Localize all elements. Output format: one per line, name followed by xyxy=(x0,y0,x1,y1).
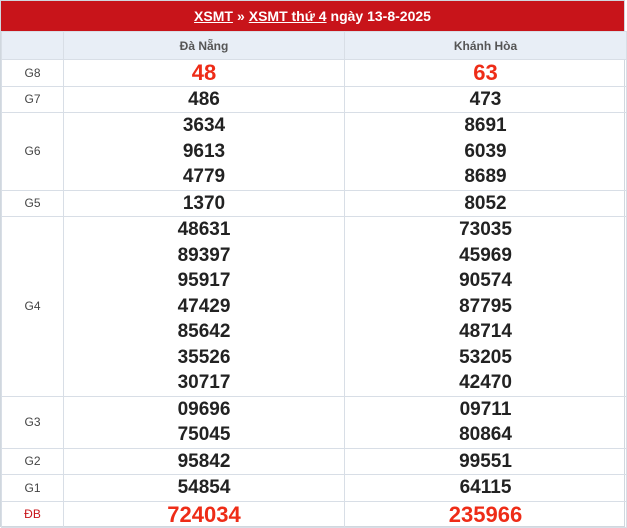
prize-number: 42470 xyxy=(459,372,512,393)
prize-number: 09696 xyxy=(177,398,231,420)
prize-header-cell xyxy=(1,31,64,60)
prize-number: 73035 xyxy=(459,219,512,240)
prize-numbers-cell: 1370 xyxy=(63,189,345,217)
prize-numbers-cell: 09711 80864 xyxy=(344,395,627,449)
prize-number: 8689 xyxy=(464,166,507,187)
prize-row-g1: G1 54854 64115 xyxy=(1,474,627,502)
prize-number: 35526 xyxy=(177,346,231,368)
prize-numbers-cell: 09696 75045 xyxy=(63,395,345,449)
prize-numbers-cell: 3634 9613 4779 xyxy=(63,112,345,191)
prize-number: 30717 xyxy=(177,372,231,393)
prize-number: 1370 xyxy=(182,192,226,214)
prize-number: 235966 xyxy=(448,501,523,527)
prize-numbers-cell: 486 xyxy=(63,85,345,113)
breadcrumb-separator: » xyxy=(236,8,245,24)
prize-number: 09711 xyxy=(459,398,512,420)
prize-label: G8 xyxy=(1,59,64,87)
prize-row-g7: G7 486 473 xyxy=(1,85,627,113)
prize-numbers-cell: 8691 6039 8689 xyxy=(344,112,627,191)
prize-number: 8052 xyxy=(464,192,507,214)
prize-number: 9613 xyxy=(182,140,226,162)
prize-number: 75045 xyxy=(177,424,231,445)
prize-numbers-cell: 48631 89397 95917 47429 85642 35526 30717 xyxy=(63,216,345,397)
prize-label: G1 xyxy=(1,474,64,502)
prize-number: 48631 xyxy=(177,219,231,240)
prize-label: G4 xyxy=(1,216,64,397)
prize-number: 8691 xyxy=(464,115,507,136)
prize-label: G2 xyxy=(1,447,64,475)
prize-number: 473 xyxy=(469,88,502,110)
prize-label: G3 xyxy=(1,395,64,449)
prize-label: G7 xyxy=(1,85,64,113)
prize-number: 4779 xyxy=(182,166,226,187)
prize-label: G6 xyxy=(1,112,64,191)
province-header-da-nang: Đà Nẵng xyxy=(63,31,345,60)
prize-number: 89397 xyxy=(177,244,231,266)
prize-numbers-cell: 99551 xyxy=(344,447,627,475)
prize-number: 48 xyxy=(191,60,217,85)
prize-number: 724034 xyxy=(167,501,241,527)
prize-numbers-cell: 8052 xyxy=(344,189,627,217)
draw-date: ngày 13-8-2025 xyxy=(330,8,431,24)
prize-number: 486 xyxy=(188,88,220,110)
prize-row-g8: G8 48 63 xyxy=(1,59,627,87)
prize-numbers-cell: 235966 xyxy=(344,500,627,528)
prize-number: 3634 xyxy=(182,115,226,136)
prize-numbers-cell: 63 xyxy=(344,59,627,87)
prize-number: 63 xyxy=(473,60,498,85)
prize-number: 99551 xyxy=(459,450,512,472)
prize-number: 80864 xyxy=(459,424,512,445)
results-table: Đà Nẵng Khánh Hòa G8 48 63 G7 486 473 G6 3634 96… xyxy=(1,31,627,528)
prize-numbers-cell: 724034 xyxy=(63,500,345,528)
prize-label: ĐB xyxy=(1,500,64,528)
prize-number: 95917 xyxy=(177,270,231,291)
prize-numbers-cell: 48 xyxy=(63,59,345,87)
prize-numbers-cell: 473 xyxy=(344,85,627,113)
prize-number: 54854 xyxy=(177,477,231,498)
province-header-khanh-hoa: Khánh Hòa xyxy=(344,31,627,60)
prize-number: 85642 xyxy=(177,321,231,342)
prize-number: 95842 xyxy=(177,450,231,472)
lottery-results-panel: XSMT » XSMT thứ 4 ngày 13-8-2025 Đà Nẵng… xyxy=(0,0,627,528)
prize-numbers-cell: 73035 45969 90574 87795 48714 53205 42470 xyxy=(344,216,627,397)
prize-row-đb: ĐB 724034 235966 xyxy=(1,500,627,528)
prize-row-g5: G5 1370 8052 xyxy=(1,189,627,217)
prize-number: 48714 xyxy=(459,321,512,342)
prize-row-g6: G6 3634 9613 4779 8691 6039 8689 xyxy=(1,112,627,191)
prize-row-g2: G2 95842 99551 xyxy=(1,447,627,475)
prize-numbers-cell: 95842 xyxy=(63,447,345,475)
prize-number: 47429 xyxy=(177,295,231,317)
xsmt-wednesday-link[interactable]: XSMT thứ 4 xyxy=(249,8,327,24)
prize-label: G5 xyxy=(1,189,64,217)
prize-row-g3: G3 09696 75045 09711 80864 xyxy=(1,395,627,449)
prize-number: 45969 xyxy=(459,244,512,266)
xsmt-link[interactable]: XSMT xyxy=(194,8,233,24)
prize-row-g4: G4 48631 89397 95917 47429 85642 35526 30717 730… xyxy=(1,216,627,397)
prize-number: 64115 xyxy=(459,477,512,498)
table-header-row: Đà Nẵng Khánh Hòa xyxy=(1,31,627,60)
results-header: XSMT » XSMT thứ 4 ngày 13-8-2025 xyxy=(1,1,624,31)
prize-number: 87795 xyxy=(459,295,512,317)
prize-number: 90574 xyxy=(459,270,512,291)
prize-number: 6039 xyxy=(464,140,507,162)
prize-number: 53205 xyxy=(459,346,512,368)
prize-numbers-cell: 64115 xyxy=(344,474,627,502)
prize-numbers-cell: 54854 xyxy=(63,474,345,502)
